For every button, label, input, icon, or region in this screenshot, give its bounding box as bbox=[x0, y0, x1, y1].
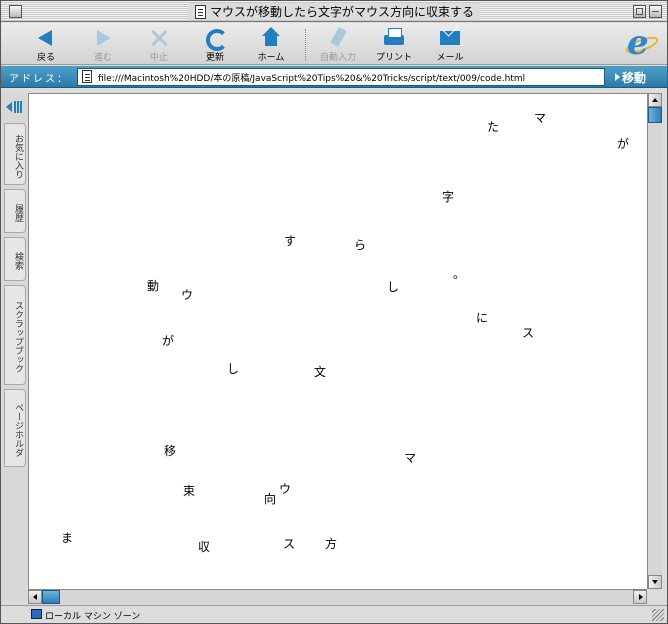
floating-char: マ bbox=[404, 451, 417, 465]
floating-char: ス bbox=[283, 537, 296, 551]
stop-x-icon bbox=[147, 27, 171, 49]
scroll-right-arrow-icon[interactable] bbox=[633, 590, 647, 604]
floating-char: 収 bbox=[198, 540, 211, 554]
collapse-box-icon[interactable] bbox=[649, 5, 662, 18]
floating-char: が bbox=[617, 137, 630, 151]
back-label: 戻る bbox=[36, 53, 55, 63]
browser-window: マウスが移動したら文字がマウス方向に収束する 戻る 進む 中止 更新 ホーム 自 bbox=[0, 0, 668, 624]
go-button[interactable]: 移動 bbox=[615, 68, 646, 86]
floating-char: 移 bbox=[164, 444, 177, 458]
address-bar: アドレス： 移動 bbox=[1, 66, 667, 88]
back-button[interactable]: 戻る bbox=[21, 25, 71, 63]
floating-char: 動 bbox=[147, 279, 160, 293]
window-title-text: マウスが移動したら文字がマウス方向に収束する bbox=[210, 5, 475, 19]
autofill-pen-icon bbox=[326, 27, 350, 49]
title-bar[interactable]: マウスが移動したら文字がマウス方向に収束する bbox=[1, 1, 667, 22]
autofill-button[interactable]: 自動入力 bbox=[313, 25, 363, 63]
floating-char: た bbox=[487, 120, 500, 134]
floating-char: 文 bbox=[314, 365, 327, 379]
stop-label: 中止 bbox=[149, 53, 168, 63]
mail-button[interactable]: メール bbox=[425, 25, 475, 63]
page-document-icon[interactable] bbox=[82, 70, 92, 83]
print-label: プリント bbox=[375, 53, 412, 63]
reload-button[interactable]: 更新 bbox=[190, 25, 240, 63]
home-button[interactable]: ホーム bbox=[246, 25, 296, 63]
tab-search[interactable]: 検索 bbox=[4, 237, 26, 281]
explorer-bar: お気に入り 履歴 検索 スクラップブック ページホルダ bbox=[2, 93, 27, 601]
scroll-left-arrow-icon[interactable] bbox=[28, 590, 42, 604]
forward-button[interactable]: 進む bbox=[78, 25, 128, 63]
window-title: マウスが移動したら文字がマウス方向に収束する bbox=[189, 3, 481, 20]
floating-char: ウ bbox=[279, 482, 292, 496]
vertical-scrollbar[interactable] bbox=[647, 93, 662, 589]
address-label: アドレス： bbox=[9, 74, 69, 85]
floating-char: に bbox=[476, 311, 489, 325]
floating-char: す bbox=[284, 234, 297, 248]
print-button[interactable]: プリント bbox=[369, 25, 419, 63]
tab-page-holder[interactable]: ページホルダ bbox=[4, 389, 26, 467]
toolbar: 戻る 進む 中止 更新 ホーム 自動入力 プリント メール e bbox=[1, 23, 667, 65]
vertical-scroll-thumb[interactable] bbox=[648, 107, 662, 123]
resize-grip-icon[interactable] bbox=[652, 609, 664, 621]
floating-char: 向 bbox=[264, 492, 277, 506]
printer-icon bbox=[382, 27, 406, 49]
page-content[interactable]: た マ が 字 す ら 。 動 ウ し に ス が し 文 移 マ 束 ウ 向 … bbox=[28, 93, 647, 589]
mail-envelope-icon bbox=[438, 27, 462, 49]
close-box-icon[interactable] bbox=[9, 5, 22, 18]
autofill-label: 自動入力 bbox=[319, 53, 356, 63]
floating-char: 。 bbox=[453, 267, 466, 281]
floating-char: が bbox=[162, 334, 175, 348]
scroll-down-arrow-icon[interactable] bbox=[648, 575, 662, 589]
floating-char: し bbox=[387, 280, 400, 294]
back-arrow-icon bbox=[34, 27, 58, 49]
home-icon bbox=[259, 27, 283, 49]
address-field[interactable] bbox=[77, 68, 605, 86]
tab-favorites[interactable]: お気に入り bbox=[4, 123, 26, 185]
forward-arrow-icon bbox=[91, 27, 115, 49]
horizontal-scroll-thumb[interactable] bbox=[42, 590, 60, 604]
zone-computer-icon bbox=[31, 609, 42, 619]
floating-char: 束 bbox=[183, 484, 196, 498]
ie-logo-e: e bbox=[627, 23, 649, 63]
floating-char: ス bbox=[522, 326, 535, 340]
document-icon bbox=[195, 4, 206, 19]
security-zone-text: ローカル マシン ゾーン bbox=[45, 612, 141, 622]
mail-label: メール bbox=[436, 53, 464, 63]
address-input[interactable] bbox=[98, 70, 600, 84]
tab-scrapbook[interactable]: スクラップブック bbox=[4, 285, 26, 385]
zoom-box-icon[interactable] bbox=[633, 5, 646, 18]
explorer-toggle-icon[interactable] bbox=[6, 101, 24, 113]
stop-button[interactable]: 中止 bbox=[134, 25, 184, 63]
ie-logo-icon[interactable]: e bbox=[623, 23, 661, 63]
floating-char: ら bbox=[354, 238, 367, 252]
scroll-up-arrow-icon[interactable] bbox=[648, 93, 662, 107]
forward-label: 進む bbox=[93, 53, 112, 63]
tab-history[interactable]: 履歴 bbox=[4, 189, 26, 233]
horizontal-scrollbar[interactable] bbox=[28, 589, 647, 604]
floating-char: ま bbox=[61, 531, 74, 545]
floating-char: し bbox=[227, 362, 240, 376]
reload-label: 更新 bbox=[205, 53, 224, 63]
floating-char: ウ bbox=[181, 288, 194, 302]
toolbar-separator bbox=[305, 29, 307, 61]
go-arrow-icon bbox=[615, 73, 620, 81]
floating-char: マ bbox=[534, 111, 547, 125]
status-bar: ローカル マシン ゾーン bbox=[1, 605, 667, 623]
reload-icon bbox=[203, 27, 228, 51]
home-label: ホーム bbox=[257, 53, 285, 63]
go-label: 移動 bbox=[622, 70, 647, 85]
floating-char: 字 bbox=[442, 190, 455, 204]
floating-char: 方 bbox=[325, 537, 338, 551]
